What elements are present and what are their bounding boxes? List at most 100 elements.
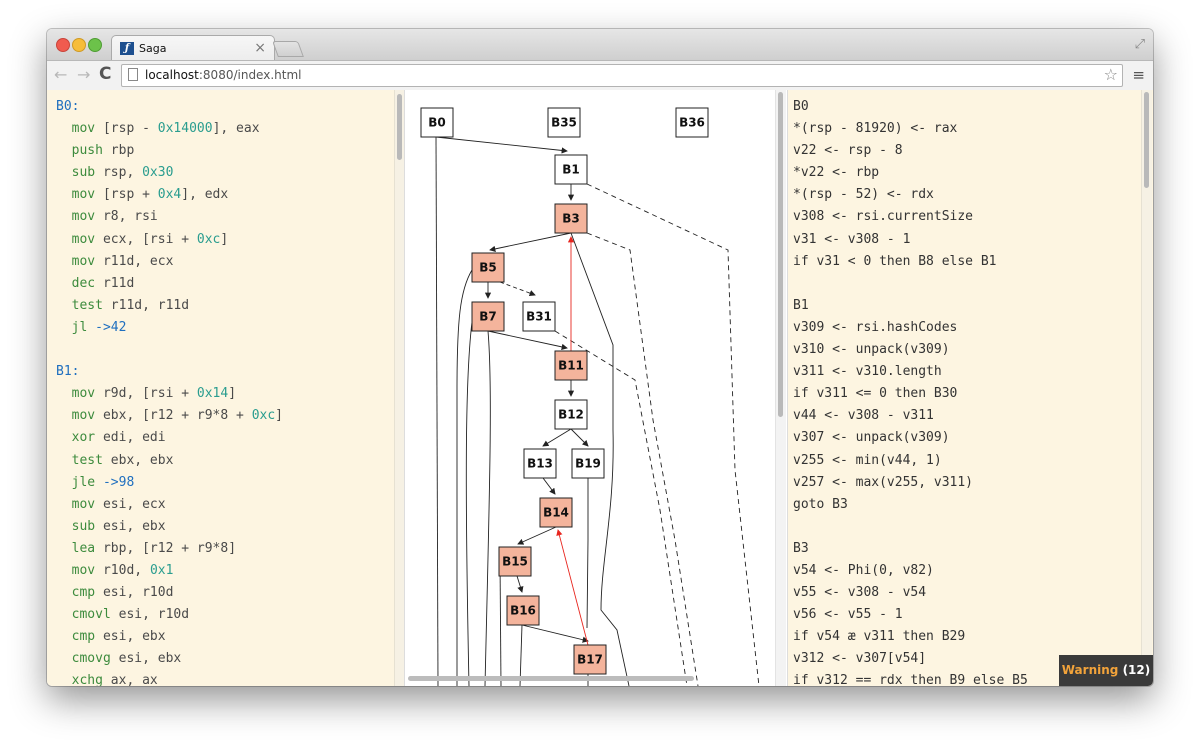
- asm-token: r8, rsi: [95, 209, 158, 225]
- asm-token: mov: [71, 408, 96, 424]
- cfg-edge: [435, 136, 568, 154]
- tab-title: Saga: [139, 42, 167, 55]
- ir-panel[interactable]: B0 *(rsp - 81920) <- rax v22 <- rsp - 8 *v2…: [787, 90, 1153, 686]
- tab-saga[interactable]: ƒ Saga ×: [111, 35, 275, 62]
- cfg-node-b14[interactable]: B14: [539, 497, 573, 528]
- cfg-vertical-scrollbar[interactable]: [775, 90, 786, 686]
- asm-token: [56, 497, 72, 512]
- cfg-vertical-scrollbar-thumb[interactable]: [778, 92, 783, 417]
- asm-token: [56, 320, 72, 335]
- url-host: localhost: [145, 68, 199, 82]
- asm-token: r11d, ecx: [95, 253, 174, 269]
- zoom-window-button[interactable]: [88, 38, 102, 52]
- asm-token: mov: [71, 253, 96, 269]
- asm-token: 0x1: [149, 562, 174, 578]
- asm-line: B1:: [56, 361, 283, 383]
- cfg-node-b1[interactable]: B1: [554, 154, 588, 185]
- asm-token: [rsp +: [95, 187, 158, 203]
- asm-token: [56, 430, 72, 445]
- asm-line: test ebx, ebx: [56, 450, 283, 472]
- asm-token: [56, 232, 72, 247]
- cfg-node-label: B1: [562, 163, 580, 177]
- ir-scrollbar-thumb[interactable]: [1144, 92, 1149, 188]
- cfg-node-label: B31: [526, 310, 552, 324]
- cfg-node-label: B12: [558, 408, 584, 422]
- reload-icon[interactable]: C: [99, 64, 111, 84]
- cfg-node-b0[interactable]: B0: [420, 107, 454, 138]
- asm-token[interactable]: ->42: [95, 320, 126, 335]
- control-flow-graph: B0 B35 B36 B1 B3 B5 B7 B31 B11 B12 B13 B19 B14 B15 B16…: [420, 107, 760, 686]
- asm-token: rsp,: [95, 165, 143, 181]
- cfg-horizontal-scrollbar-thumb[interactable]: [408, 676, 694, 681]
- ir-line: v22 <- rsp - 8: [793, 143, 903, 159]
- tab-close-icon[interactable]: ×: [254, 40, 266, 56]
- cfg-node-b16[interactable]: B16: [506, 595, 540, 626]
- cfg-node-b11[interactable]: B11: [554, 350, 588, 381]
- asm-line: B0:: [56, 96, 283, 118]
- asm-token: [56, 143, 72, 158]
- cfg-edge: [456, 269, 473, 686]
- cfg-node-b31[interactable]: B31: [522, 301, 556, 332]
- asm-block-label: B1:: [56, 364, 80, 380]
- bookmark-star-icon[interactable]: ☆: [1104, 65, 1118, 85]
- cfg-node-b19[interactable]: B19: [571, 448, 605, 479]
- ir-line: B3: [793, 540, 809, 556]
- forward-arrow-icon[interactable]: →: [77, 65, 90, 85]
- cfg-edge: [542, 477, 556, 495]
- asm-token: mov: [71, 496, 96, 512]
- cfg-edge-dashed: [499, 281, 536, 297]
- address-bar[interactable]: localhost:8080/index.html ☆: [121, 64, 1123, 87]
- asm-token: 0x4: [157, 187, 182, 203]
- ir-line: v312 <- v307[v54]: [793, 651, 927, 667]
- cfg-node-b35[interactable]: B35: [547, 107, 581, 138]
- asm-token: rbp: [102, 143, 135, 159]
- asm-token: [56, 276, 72, 291]
- cfg-node-b13[interactable]: B13: [523, 448, 557, 479]
- page-content: B0: mov [rsp - 0x14000], eax push rbp su…: [47, 90, 1153, 686]
- url-text[interactable]: localhost:8080/index.html: [145, 68, 301, 82]
- ir-line: v257 <- max(v255, v311): [793, 474, 974, 490]
- assembly-scrollbar[interactable]: [394, 90, 404, 686]
- asm-token: 0x14: [196, 386, 229, 402]
- asm-token: 0xc: [196, 231, 221, 247]
- asm-token: [56, 408, 72, 423]
- ir-line: if v311 <= 0 then B30: [793, 386, 958, 402]
- asm-token: [56, 629, 72, 644]
- ir-line: if v54 æ v311 then B29: [793, 629, 966, 645]
- asm-token: esi, r10d: [95, 585, 174, 601]
- cfg-panel[interactable]: B0 B35 B36 B1 B3 B5 B7 B31 B11 B12 B13 B19 B14 B15 B16…: [404, 90, 788, 686]
- cfg-node-b15[interactable]: B15: [498, 546, 532, 577]
- asm-token[interactable]: ->98: [103, 475, 134, 490]
- new-tab-button[interactable]: [272, 41, 304, 57]
- warning-count: (12): [1122, 663, 1151, 677]
- cfg-node-label: B13: [527, 457, 553, 471]
- asm-token: esi, ebx: [110, 651, 182, 667]
- asm-token: ebx, ebx: [102, 452, 174, 468]
- back-arrow-icon[interactable]: ←: [54, 65, 67, 85]
- asm-token: [rsp -: [95, 121, 158, 137]
- ir-line: B1: [793, 297, 809, 313]
- ir-line: *(rsp - 52) <- rdx: [793, 187, 934, 203]
- ir-scrollbar[interactable]: [1141, 90, 1152, 686]
- hamburger-menu-icon[interactable]: ≡: [1132, 66, 1145, 84]
- cfg-node-b12[interactable]: B12: [554, 399, 588, 430]
- fullscreen-icon[interactable]: ⤢: [1135, 37, 1145, 52]
- assembly-scrollbar-thumb[interactable]: [397, 94, 402, 160]
- asm-token: [56, 453, 72, 468]
- cfg-edge: [489, 232, 572, 252]
- cfg-node-b17[interactable]: B17: [573, 644, 607, 675]
- cfg-node-b36[interactable]: B36: [675, 107, 709, 138]
- warning-badge[interactable]: Warning (12): [1059, 655, 1153, 686]
- tab-strip: ƒ Saga × ⤢: [47, 29, 1153, 62]
- asm-line: jl ->42: [56, 317, 283, 339]
- asm-line: mov r11d, ecx: [56, 251, 283, 273]
- cfg-node-b5[interactable]: B5: [471, 252, 505, 283]
- cfg-node-b3[interactable]: B3: [554, 203, 588, 234]
- minimize-window-button[interactable]: [72, 38, 86, 52]
- cfg-node-label: B35: [551, 116, 577, 130]
- close-window-button[interactable]: [56, 38, 70, 52]
- page-icon: [128, 68, 138, 81]
- assembly-panel[interactable]: B0: mov [rsp - 0x14000], eax push rbp su…: [47, 90, 404, 686]
- cfg-node-b7[interactable]: B7: [471, 301, 505, 332]
- asm-token: lea: [71, 540, 96, 556]
